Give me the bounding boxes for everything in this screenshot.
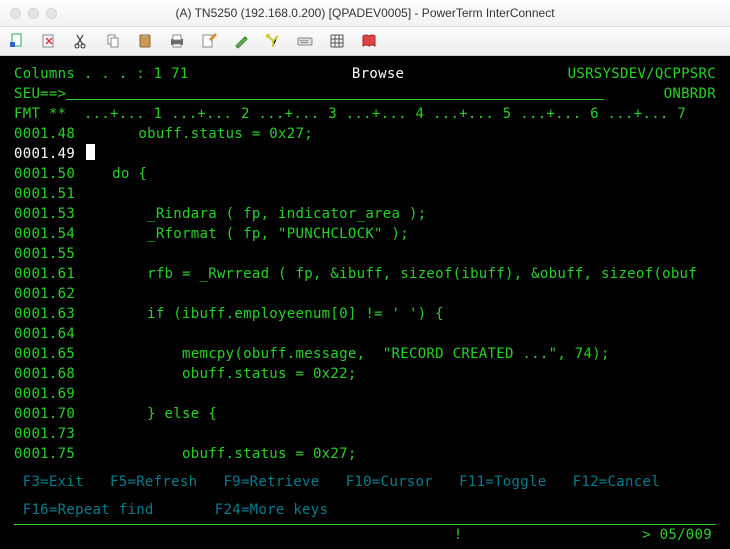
copy-icon[interactable] — [104, 32, 122, 50]
titlebar: (A) TN5250 (192.168.0.200) [QPADEV0005] … — [0, 0, 730, 27]
header-row: Columns . . . : 1 71 Browse USRSYSDEV/QC… — [14, 64, 716, 84]
line-number: 0001.64 — [14, 324, 86, 344]
source-line: 0001.55 — [14, 244, 716, 264]
source-listing: 0001.48 obuff.status = 0x27;0001.490001.… — [14, 124, 716, 464]
line-number: 0001.73 — [14, 424, 86, 444]
fmt-label: FMT ** — [14, 106, 66, 122]
line-number: 0001.53 — [14, 204, 86, 224]
source-line: 0001.68 obuff.status = 0x22; — [14, 364, 716, 384]
source-line: 0001.51 — [14, 184, 716, 204]
window-title: (A) TN5250 (192.168.0.200) [QPADEV0005] … — [10, 6, 720, 20]
code-text: do { — [86, 164, 147, 184]
columns-label: Columns . . . : 1 71 — [14, 64, 189, 84]
fkeys-row1: F3=Exit F5=Refresh F9=Retrieve F10=Curso… — [14, 472, 716, 492]
fkeys-row2: F16=Repeat find F24=More keys — [14, 500, 716, 520]
source-line: 0001.61 rfb = _Rwrread ( fp, &ibuff, siz… — [14, 264, 716, 284]
text-cursor — [86, 144, 95, 160]
source-line: 0001.65 memcpy(obuff.message, "RECORD CR… — [14, 344, 716, 364]
line-number: 0001.75 — [14, 444, 86, 464]
line-number: 0001.70 — [14, 404, 86, 424]
app-window: (A) TN5250 (192.168.0.200) [QPADEV0005] … — [0, 0, 730, 549]
code-text: memcpy(obuff.message, "RECORD CREATED ..… — [86, 344, 610, 364]
tools-icon[interactable] — [264, 32, 282, 50]
source-line: 0001.73 — [14, 424, 716, 444]
new-doc-icon[interactable] — [8, 32, 26, 50]
line-number: 0001.61 — [14, 264, 86, 284]
disconnect-icon[interactable] — [40, 32, 58, 50]
keyboard-icon[interactable] — [296, 32, 314, 50]
toolbar — [0, 27, 730, 56]
status-line: ! > 05/009 — [14, 524, 716, 545]
brush-icon[interactable] — [232, 32, 250, 50]
source-line: 0001.75 obuff.status = 0x27; — [14, 444, 716, 464]
mode-label: Browse — [189, 64, 568, 84]
code-text: _Rformat ( fp, "PUNCHCLOCK" ); — [86, 224, 409, 244]
code-text: obuff.status = 0x27; — [86, 124, 313, 144]
print-icon[interactable] — [168, 32, 186, 50]
line-number: 0001.63 — [14, 304, 86, 324]
code-text: } else { — [86, 404, 217, 424]
source-line: 0001.70 } else { — [14, 404, 716, 424]
seu-row: SEU==> ONBRDR — [14, 84, 716, 104]
source-line: 0001.53 _Rindara ( fp, indicator_area ); — [14, 204, 716, 224]
source-line: 0001.62 — [14, 284, 716, 304]
seu-input[interactable] — [66, 84, 663, 104]
lib-file-label: USRSYSDEV/QCPPSRC — [568, 64, 716, 84]
line-number: 0001.49 — [14, 144, 86, 164]
grid-icon[interactable] — [328, 32, 346, 50]
line-number: 0001.62 — [14, 284, 86, 304]
source-line: 0001.54 _Rformat ( fp, "PUNCHCLOCK" ); — [14, 224, 716, 244]
source-line: 0001.64 — [14, 324, 716, 344]
source-line: 0001.50 do { — [14, 164, 716, 184]
line-number: 0001.65 — [14, 344, 86, 364]
code-text: obuff.status = 0x27; — [86, 444, 357, 464]
code-text: _Rindara ( fp, indicator_area ); — [86, 204, 426, 224]
book-icon[interactable] — [360, 32, 378, 50]
line-number: 0001.55 — [14, 244, 86, 264]
line-number: 0001.51 — [14, 184, 86, 204]
ruler: ...+... 1 ...+... 2 ...+... 3 ...+... 4 … — [66, 106, 686, 122]
line-number: 0001.50 — [14, 164, 86, 184]
line-number: 0001.48 — [14, 124, 86, 144]
code-text: obuff.status = 0x22; — [86, 364, 357, 384]
member-label: ONBRDR — [664, 84, 716, 104]
terminal-screen[interactable]: Columns . . . : 1 71 Browse USRSYSDEV/QC… — [0, 56, 730, 549]
line-number: 0001.69 — [14, 384, 86, 404]
code-text: rfb = _Rwrread ( fp, &ibuff, sizeof(ibuf… — [86, 264, 697, 284]
code-text: if (ibuff.employeenum[0] != ' ') { — [86, 304, 444, 324]
status-bang: ! — [14, 525, 642, 545]
paste-icon[interactable] — [136, 32, 154, 50]
cut-icon[interactable] — [72, 32, 90, 50]
seu-prompt: SEU==> — [14, 84, 66, 104]
source-line: 0001.63 if (ibuff.employeenum[0] != ' ')… — [14, 304, 716, 324]
source-line: 0001.48 obuff.status = 0x27; — [14, 124, 716, 144]
cursor-position: > 05/009 — [642, 525, 716, 545]
line-number: 0001.54 — [14, 224, 86, 244]
edit-icon[interactable] — [200, 32, 218, 50]
source-line: 0001.69 — [14, 384, 716, 404]
line-number: 0001.68 — [14, 364, 86, 384]
source-line: 0001.49 — [14, 144, 716, 164]
ruler-row: FMT ** ...+... 1 ...+... 2 ...+... 3 ...… — [14, 104, 716, 124]
